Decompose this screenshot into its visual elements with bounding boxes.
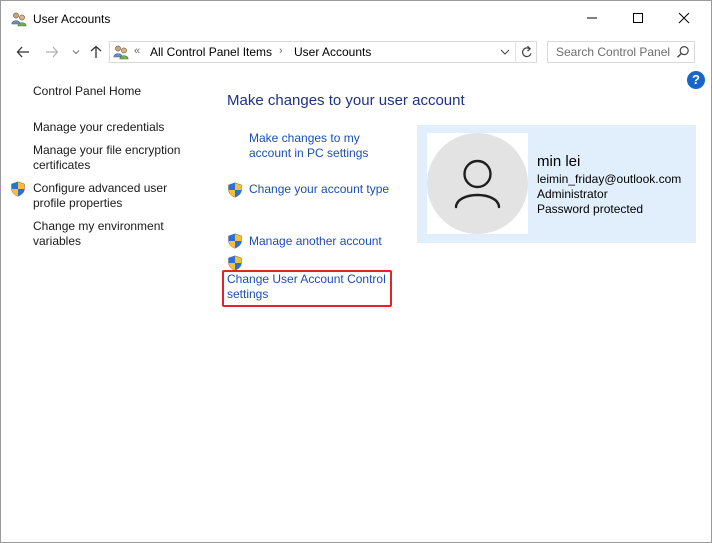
overflow-chevron-icon[interactable]: « — [134, 45, 140, 57]
pc-settings-line-1[interactable]: Make changes to my — [249, 131, 360, 146]
search-icon[interactable] — [676, 45, 690, 59]
title-bar: User Accounts — [1, 1, 711, 37]
user-accounts-window: User Accounts « All Control Panel Items … — [0, 0, 712, 543]
navigation-bar: « All Control Panel Items › User Account… — [1, 37, 711, 67]
control-panel-icon — [113, 45, 129, 60]
address-dropdown-icon[interactable] — [498, 45, 512, 59]
close-icon — [678, 12, 690, 24]
refresh-icon[interactable] — [520, 44, 534, 60]
up-arrow-icon — [90, 45, 102, 58]
file-encryption-line-1[interactable]: Manage your file encryption — [33, 143, 180, 158]
pc-settings-line-2[interactable]: account in PC settings — [249, 146, 368, 161]
address-bar[interactable]: « All Control Panel Items › User Account… — [109, 41, 537, 63]
advanced-profile-line-2[interactable]: profile properties — [33, 196, 122, 211]
search-box[interactable]: Search Control Panel — [547, 41, 695, 63]
breadcrumb-user-accounts[interactable]: User Accounts — [294, 45, 371, 59]
control-panel-home-link[interactable]: Control Panel Home — [33, 84, 141, 99]
window-title: User Accounts — [33, 12, 111, 26]
uac-shield-icon — [11, 181, 25, 197]
user-accounts-icon — [11, 12, 27, 27]
manage-credentials-link[interactable]: Manage your credentials — [33, 120, 164, 135]
address-divider — [515, 42, 516, 62]
search-placeholder: Search Control Panel — [556, 45, 671, 59]
environment-variables-line-2[interactable]: variables — [33, 234, 81, 249]
user-password-status: Password protected — [537, 202, 644, 216]
forward-arrow-icon — [46, 46, 59, 58]
maximize-icon — [633, 13, 643, 23]
account-panel: min lei leimin_friday@outlook.com Admini… — [417, 125, 696, 243]
maximize-button[interactable] — [615, 1, 661, 35]
file-encryption-line-2[interactable]: certificates — [33, 158, 90, 173]
user-email: leimin_friday@outlook.com — [537, 172, 682, 186]
minimize-icon — [587, 17, 597, 19]
user-role: Administrator — [537, 187, 608, 201]
chevron-down-icon — [72, 50, 80, 55]
minimize-button[interactable] — [569, 1, 615, 35]
manage-another-account-link[interactable]: Manage another account — [249, 234, 382, 249]
page-heading: Make changes to your user account — [227, 92, 465, 109]
back-button[interactable] — [14, 43, 32, 61]
breadcrumb-separator-icon[interactable]: › — [279, 45, 283, 57]
environment-variables-line-1[interactable]: Change my environment — [33, 219, 164, 234]
help-icon[interactable]: ? — [687, 71, 705, 89]
user-silhouette-icon — [454, 159, 501, 209]
uac-shield-icon — [228, 182, 242, 198]
avatar — [427, 133, 528, 234]
highlight-box — [222, 270, 392, 307]
avatar-frame — [427, 133, 528, 234]
breadcrumb-all-items[interactable]: All Control Panel Items — [150, 45, 272, 59]
user-name: min lei — [537, 153, 581, 170]
recent-locations-button[interactable] — [67, 43, 85, 61]
back-arrow-icon — [16, 46, 29, 58]
uac-shield-icon — [228, 255, 242, 271]
close-button[interactable] — [661, 1, 707, 35]
advanced-profile-line-1[interactable]: Configure advanced user — [33, 181, 167, 196]
forward-button[interactable] — [43, 43, 61, 61]
uac-shield-icon — [228, 233, 242, 249]
up-button[interactable] — [87, 43, 105, 61]
change-account-type-link[interactable]: Change your account type — [249, 182, 389, 197]
